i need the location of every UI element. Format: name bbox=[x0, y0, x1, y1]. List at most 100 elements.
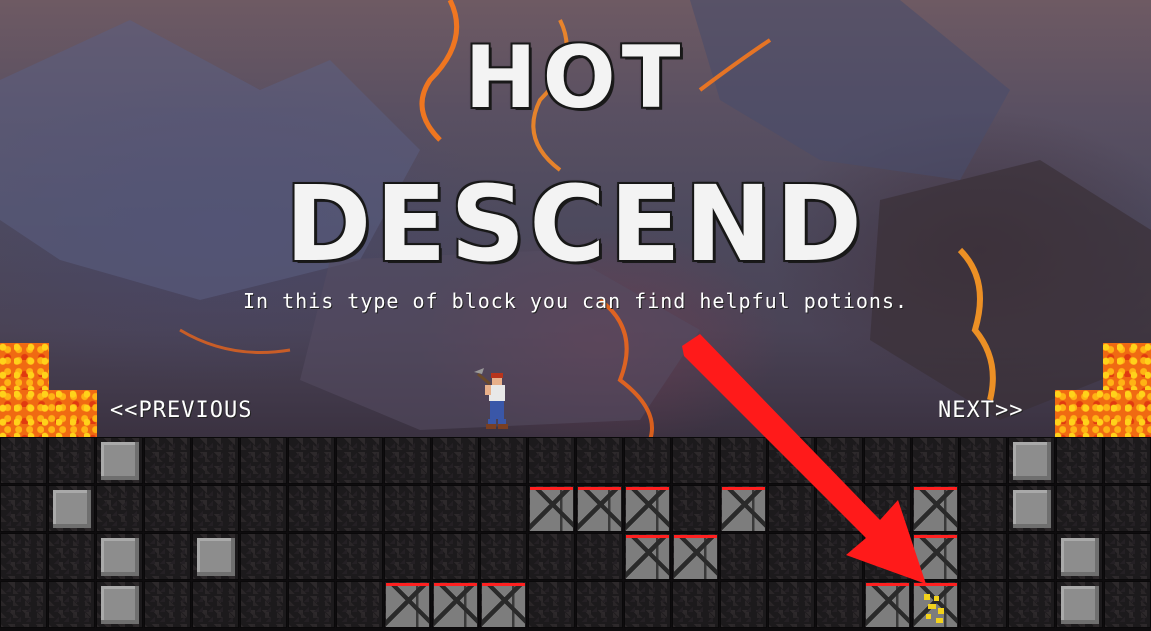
dirt-block bbox=[144, 485, 191, 532]
stone-block bbox=[1061, 586, 1099, 624]
dirt-block bbox=[816, 485, 863, 532]
dirt-block bbox=[960, 581, 1007, 628]
dirt-block bbox=[336, 533, 383, 580]
next-button[interactable]: NEXT>> bbox=[938, 398, 1023, 423]
dirt-block bbox=[0, 581, 47, 628]
dirt-block bbox=[480, 533, 527, 580]
lava-block bbox=[0, 390, 97, 437]
breakable-block bbox=[722, 487, 765, 531]
gold-speck bbox=[936, 618, 943, 623]
dirt-block bbox=[672, 437, 719, 484]
breakable-block bbox=[866, 583, 909, 627]
breakable-block bbox=[578, 487, 621, 531]
game-scene: HOT DESCEND In this type of block you ca… bbox=[0, 0, 1151, 631]
dirt-block bbox=[48, 581, 95, 628]
stone-block bbox=[101, 586, 139, 624]
dirt-block bbox=[864, 437, 911, 484]
dirt-block bbox=[720, 437, 767, 484]
game-title-hot: HOT bbox=[464, 28, 687, 128]
stone-block bbox=[1013, 490, 1051, 528]
tutorial-hint-text: In this type of block you can find helpf… bbox=[242, 289, 909, 313]
gold-speck bbox=[928, 604, 936, 609]
stone-block bbox=[1013, 442, 1051, 480]
dirt-block bbox=[960, 485, 1007, 532]
game-title-descend: DESCEND bbox=[284, 163, 866, 285]
lava-block bbox=[0, 343, 49, 390]
breakable-block bbox=[626, 487, 669, 531]
dirt-block bbox=[240, 581, 287, 628]
dirt-block bbox=[432, 485, 479, 532]
gold-speck bbox=[938, 608, 944, 614]
gold-speck bbox=[934, 596, 939, 601]
gold-speck bbox=[924, 594, 930, 600]
dirt-block bbox=[528, 581, 575, 628]
breakable-block bbox=[434, 583, 477, 627]
dirt-block bbox=[720, 581, 767, 628]
dirt-block bbox=[384, 437, 431, 484]
breakable-block bbox=[674, 535, 717, 579]
dirt-block bbox=[816, 533, 863, 580]
dirt-block bbox=[0, 533, 47, 580]
lava-block bbox=[1103, 343, 1151, 390]
breakable-block bbox=[482, 583, 525, 627]
previous-button[interactable]: <<PREVIOUS bbox=[110, 398, 252, 423]
dirt-block bbox=[288, 533, 335, 580]
dirt-block bbox=[480, 485, 527, 532]
stone-block bbox=[53, 490, 91, 528]
player-miner bbox=[474, 368, 508, 429]
breakable-block bbox=[914, 535, 957, 579]
block-grid bbox=[0, 437, 1151, 631]
stone-block bbox=[1061, 538, 1099, 576]
dirt-block bbox=[336, 437, 383, 484]
breakable-block bbox=[386, 583, 429, 627]
dirt-block bbox=[960, 437, 1007, 484]
dirt-block bbox=[288, 581, 335, 628]
dirt-block bbox=[48, 437, 95, 484]
dirt-block bbox=[912, 437, 959, 484]
dirt-block bbox=[336, 485, 383, 532]
dirt-block bbox=[720, 533, 767, 580]
lava-block bbox=[1055, 390, 1151, 437]
dirt-block bbox=[576, 533, 623, 580]
dirt-block bbox=[1056, 485, 1103, 532]
dirt-block bbox=[144, 437, 191, 484]
dirt-block bbox=[864, 533, 911, 580]
dirt-block bbox=[528, 533, 575, 580]
dirt-block bbox=[432, 533, 479, 580]
stone-block bbox=[101, 538, 139, 576]
dirt-block bbox=[768, 437, 815, 484]
gold-speck bbox=[926, 614, 931, 619]
dirt-block bbox=[1104, 581, 1151, 628]
dirt-block bbox=[384, 485, 431, 532]
dirt-block bbox=[288, 437, 335, 484]
dirt-block bbox=[0, 437, 47, 484]
dirt-block bbox=[768, 581, 815, 628]
dirt-block bbox=[1008, 581, 1055, 628]
dirt-block bbox=[192, 437, 239, 484]
dirt-block bbox=[192, 485, 239, 532]
dirt-block bbox=[336, 581, 383, 628]
breakable-block bbox=[914, 487, 957, 531]
dirt-block bbox=[768, 533, 815, 580]
dirt-block bbox=[240, 533, 287, 580]
dirt-block bbox=[0, 485, 47, 532]
dirt-block bbox=[576, 437, 623, 484]
dirt-block bbox=[960, 533, 1007, 580]
dirt-block bbox=[432, 437, 479, 484]
dirt-block bbox=[192, 581, 239, 628]
dirt-block bbox=[624, 581, 671, 628]
breakable-block bbox=[530, 487, 573, 531]
dirt-block bbox=[816, 581, 863, 628]
breakable-block bbox=[626, 535, 669, 579]
dirt-block bbox=[1104, 533, 1151, 580]
dirt-block bbox=[624, 437, 671, 484]
dirt-block bbox=[672, 581, 719, 628]
dirt-block bbox=[1104, 437, 1151, 484]
dirt-block bbox=[1104, 485, 1151, 532]
potion-block bbox=[914, 583, 957, 627]
dirt-block bbox=[240, 437, 287, 484]
dirt-block bbox=[240, 485, 287, 532]
dirt-block bbox=[144, 581, 191, 628]
dirt-block bbox=[816, 437, 863, 484]
dirt-block bbox=[48, 533, 95, 580]
